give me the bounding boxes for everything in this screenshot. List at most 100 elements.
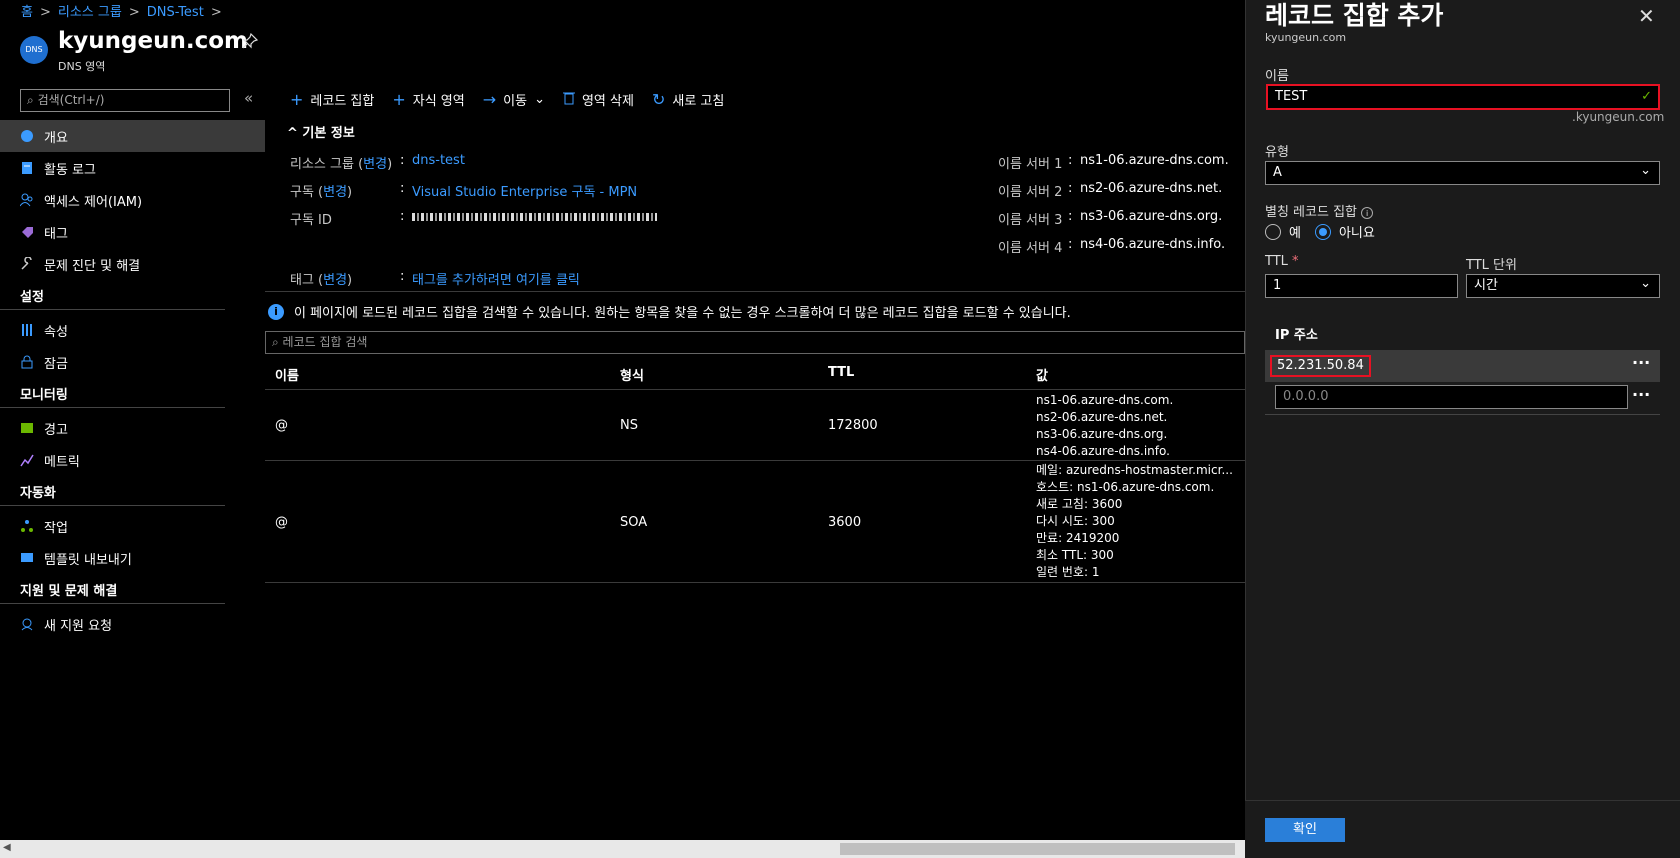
sidebar-item-diagnose[interactable]: 문제 진단 및 해결 [0,248,265,280]
scroll-left-icon[interactable]: ◀ [3,842,11,853]
row2-value-line: 일련 번호: 1 [1036,565,1100,579]
close-icon[interactable]: ✕ [1638,4,1655,28]
row1-value-line: ns2-06.azure-dns.net. [1036,410,1168,424]
sidebar-item-overview[interactable]: 개요 [0,120,265,152]
ip-address-value[interactable]: 52.231.50.84 [1270,355,1371,377]
ip-address-input[interactable]: 0.0.0.0 [1275,385,1628,409]
more-options-icon[interactable]: ··· [1632,385,1650,404]
row2-value-line: 새로 고침: 3600 [1036,497,1123,511]
people-icon [20,193,34,207]
overview-icon [20,129,34,143]
breadcrumb-dns-test[interactable]: DNS-Test [147,5,204,20]
alias-no-radio[interactable] [1314,223,1331,240]
panel-title: 레코드 집합 추가 [1265,1,1444,30]
alias-no-label: 아니요 [1338,226,1375,241]
resource-group-link[interactable]: dns-test [412,153,465,168]
support-icon [20,617,34,631]
info-message: 이 페이지에 로드된 레코드 집합을 검색할 수 있습니다. 원하는 항목을 찾… [294,306,1071,321]
ttl-unit-select[interactable]: 시간 ⌄ [1466,274,1660,298]
row2-name[interactable]: @ [275,515,288,530]
info-icon: i [268,303,284,320]
sidebar-item-label: 액세스 제어(IAM) [44,194,143,210]
ns1-label: 이름 서버 1 [998,157,1063,172]
ttl-label: TTL * [1265,254,1299,269]
row1-name[interactable]: @ [275,418,288,433]
name-input[interactable]: TEST ✓ [1266,84,1660,110]
type-select[interactable]: A ⌄ [1265,161,1660,185]
alias-label-text: 별칭 레코드 집합 [1265,205,1357,220]
ttl-label-text: TTL [1265,254,1288,269]
nav-section-monitoring: 모니터링 [0,378,225,408]
tag-label-end: ) [347,273,353,288]
dns-zone-icon: DNS [20,36,48,64]
sidebar-item-tasks[interactable]: 작업 [0,510,265,542]
col-header-name[interactable]: 이름 [275,365,299,384]
pin-icon[interactable] [242,32,259,53]
child-zone-label: 자식 영역 [412,94,465,109]
tag-label-text: 태그 ( [290,273,324,288]
sidebar-item-label: 메트릭 [44,454,80,470]
add-tags-link[interactable]: 태그를 추가하려면 여기를 클릭 [412,269,580,288]
recordset-search-input[interactable]: ⌕ 레코드 집합 검색 [265,331,1245,354]
ns4-colon: : [1068,237,1073,252]
row1-value-line: ns3-06.azure-dns.org. [1036,427,1168,441]
sidebar-item-properties[interactable]: 속성 [0,314,265,346]
info-icon[interactable]: i [1361,207,1374,219]
change-subscription-link[interactable]: 변경 [323,185,347,200]
checkmark-icon: ✓ [1641,89,1652,104]
row1-value-line: ns4-06.azure-dns.info. [1036,444,1170,458]
sidebar-item-label: 잠금 [44,356,68,372]
alias-yes-radio[interactable] [1265,223,1281,240]
add-recordset-label: 레코드 집합 [310,94,375,109]
row2-value-line: 만료: 2419200 [1036,531,1120,545]
sidebar-item-metrics[interactable]: 메트릭 [0,444,265,476]
sidebar-item-locks[interactable]: 잠금 [0,346,265,378]
rg-label-end: ) [387,157,393,172]
sidebar-nav: 개요 활동 로그 액세스 제어(IAM) 태그 문제 진단 및 해결 설정 속성… [0,120,265,640]
delete-zone-button[interactable]: 영역 삭제 [562,90,634,109]
sidebar-item-tags[interactable]: 태그 [0,216,265,248]
add-recordset-button[interactable]: + 레코드 집합 [290,90,374,109]
chevron-down-icon: ⌄ [1640,163,1651,178]
ok-button[interactable]: 확인 [1265,818,1345,842]
chevron-right-icon: > [128,5,140,20]
nav-section-automation: 자동화 [0,476,225,506]
collapse-sidebar-icon[interactable]: « [244,89,253,107]
sidebar-item-iam[interactable]: 액세스 제어(IAM) [0,184,265,216]
sidebar-item-activity-log[interactable]: 활동 로그 [0,152,265,184]
panel-subtitle: kyungeun.com [1265,31,1347,44]
refresh-label: 새로 고침 [672,94,725,109]
sidebar-item-label: 템플릿 내보내기 [44,552,132,568]
row2-type: SOA [620,515,648,530]
sidebar-item-export-template[interactable]: 템플릿 내보내기 [0,542,265,574]
subscription-link[interactable]: Visual Studio Enterprise 구독 - MPN [412,181,637,200]
more-options-icon[interactable]: ··· [1632,353,1650,372]
change-tags-link[interactable]: 변경 [323,273,347,288]
chevron-down-icon: ⌄ [1640,276,1651,291]
add-recordset-panel [1245,0,1680,858]
nav-section-settings: 설정 [0,280,225,310]
change-rg-link[interactable]: 변경 [363,157,387,172]
col-header-value[interactable]: 값 [1036,365,1048,384]
alert-icon [20,421,34,435]
breadcrumb-home[interactable]: 홈 [21,5,33,20]
row1-ttl: 172800 [828,418,878,433]
ns1-colon: : [1068,153,1073,168]
move-button[interactable]: → 이동 ⌄ [483,90,545,109]
child-zone-button[interactable]: + 자식 영역 [392,90,464,109]
sidebar-item-new-support-request[interactable]: 새 지원 요청 [0,608,265,640]
breadcrumb-resource-group[interactable]: 리소스 그룹 [58,5,122,20]
essentials-toggle[interactable]: ^ 기본 정보 [287,122,355,141]
col-header-ttl[interactable]: TTL [828,365,854,380]
col-header-type[interactable]: 형식 [620,365,644,384]
ttl-input[interactable]: 1 [1265,274,1458,298]
subscription-id-redacted [412,213,657,221]
name-input-value: TEST [1275,89,1308,104]
ns4-value: ns4-06.azure-dns.info. [1080,237,1226,252]
refresh-button[interactable]: ↻ 새로 고침 [652,90,724,109]
scrollbar-thumb[interactable] [840,843,1235,855]
row2-value-line: 호스트: ns1-06.azure-dns.com. [1036,480,1215,494]
sidebar-item-label: 속성 [44,324,68,340]
sidebar-item-alerts[interactable]: 경고 [0,412,265,444]
sidebar-search-input[interactable]: ⌕ 검색(Ctrl+/) [20,89,230,112]
